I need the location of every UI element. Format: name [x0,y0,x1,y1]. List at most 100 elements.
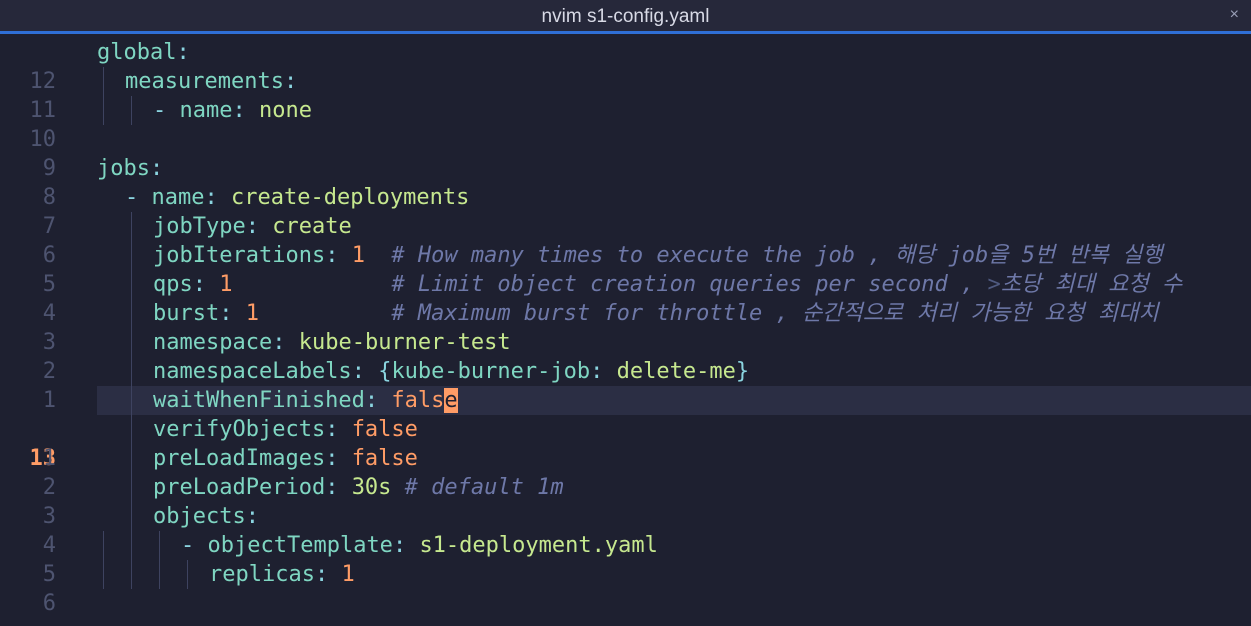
yaml-colon: : [590,359,617,384]
yaml-value: none [258,98,312,123]
yaml-value: kube-burner-test [298,330,511,355]
yaml-key: qps [153,272,193,297]
yaml-comment: # How many times to execute the job , 해당… [364,243,1163,268]
yaml-comment: # Maximum burst for throttle , 순간적으로 처리 … [258,301,1159,326]
yaml-value: fals [391,388,445,413]
code-line: 3 burst: 1 # Maximum burst for throttle … [0,299,1251,355]
yaml-key: name [179,98,233,123]
yaml-key: objects [153,504,246,529]
indent-guide [131,299,132,328]
yaml-colon: : [176,40,190,65]
yaml-value: 30s [351,475,392,500]
yaml-colon: : [232,98,259,123]
yaml-key: jobType [153,214,246,239]
yaml-key: jobIterations [153,243,326,268]
yaml-number: 1 [341,562,355,587]
editor-buffer[interactable]: 12 global: 11 measurements: 10 - name: n… [0,37,1251,626]
yaml-comment: # default 1m [391,475,564,500]
code-line: 3 preLoadPeriod: 30s # default 1m [0,473,1251,529]
code-line: 9 [0,125,1251,181]
indent-guide [131,357,132,386]
indent-guide [131,270,132,299]
list-dash: - [181,533,208,558]
yaml-colon: : [245,214,273,239]
indent-guide [131,386,132,415]
yaml-comment-marker: > [987,272,1001,297]
yaml-key: name [151,185,205,210]
yaml-colon: : [245,504,259,529]
yaml-comment: 초당 최대 요청 수 [1000,272,1183,297]
yaml-number: 1 [219,272,233,297]
close-icon[interactable]: × [1230,6,1239,24]
indent-guide [131,444,132,473]
yaml-colon: : [204,185,231,210]
indent-guide [131,502,132,531]
text-cursor[interactable]: e [444,388,458,413]
yaml-colon: : [283,69,298,94]
code-line: 6 replicas: 1 [0,560,1251,616]
code-line: 1 verifyObjects: false [0,415,1251,471]
indent-guide [159,560,160,589]
yaml-colon: : [192,272,220,297]
yaml-colon: : [149,156,164,181]
indent-guide [131,531,132,560]
yaml-value: create [272,214,352,239]
yaml-key: objectTemplate [207,533,393,558]
yaml-number: 1 [245,301,259,326]
indent-guide [103,96,104,125]
code-line: 2 namespace: kube-burner-test [0,328,1251,384]
yaml-colon: : [351,359,379,384]
yaml-key: waitWhenFinished [153,388,365,413]
code-line: 10 - name: none [0,96,1251,152]
indent-guide [131,241,132,270]
yaml-key: namespaceLabels [153,359,352,384]
indent-guide [103,67,104,96]
yaml-key: preLoadPeriod [153,475,326,500]
indent-guide [131,560,132,589]
yaml-colon: : [272,330,299,355]
window-titlebar: nvim s1-config.yaml × [0,0,1251,34]
yaml-colon: : [314,562,342,587]
yaml-key: verifyObjects [153,417,326,442]
code-line: 8 jobs: [0,154,1251,210]
code-line: 12 global: [0,38,1251,94]
code-line: 4 objects: [0,502,1251,558]
yaml-colon: : [219,301,246,326]
indent-guide [131,415,132,444]
yaml-value: create-deployments [230,185,470,210]
indent-guide [103,560,104,589]
indent-guide [131,328,132,357]
code-line: 6 jobType: create [0,212,1251,268]
code-line: 2 preLoadImages: false [0,444,1251,500]
brace-open: { [378,359,392,384]
window-title: nvim s1-config.yaml [541,6,710,27]
yaml-key: burst [153,301,220,326]
code-line: 4 qps: 1 # Limit object creation queries… [0,270,1251,326]
yaml-number: 1 [351,243,365,268]
indent-guide [131,212,132,241]
indent-guide [131,473,132,502]
code-line: 11 measurements: [0,67,1251,123]
yaml-colon: : [325,446,352,471]
indent-guide [187,560,188,589]
yaml-colon: : [325,417,352,442]
yaml-key: namespace [153,330,273,355]
yaml-key: jobs [97,156,150,181]
indent-guide [131,96,132,125]
list-dash: - [125,185,152,210]
yaml-key: measurements [125,69,284,94]
yaml-key: kube-burner-job [391,359,591,384]
indent-guide [103,531,104,560]
yaml-colon: : [392,533,420,558]
code-line: 5 - objectTemplate: s1-deployment.yaml [0,531,1251,587]
code-line: 5 jobIterations: 1 # How many times to e… [0,241,1251,297]
indent-guide [159,531,160,560]
line-number: 6 [42,591,56,616]
code-line: 1 namespaceLabels: {kube-burner-job: del… [0,357,1251,413]
yaml-value: false [351,446,418,471]
yaml-value: s1-deployment.yaml [419,533,658,558]
yaml-value: false [351,417,418,442]
list-dash: - [153,98,180,123]
yaml-colon: : [325,475,352,500]
yaml-comment: # Limit object creation queries per seco… [232,272,988,297]
